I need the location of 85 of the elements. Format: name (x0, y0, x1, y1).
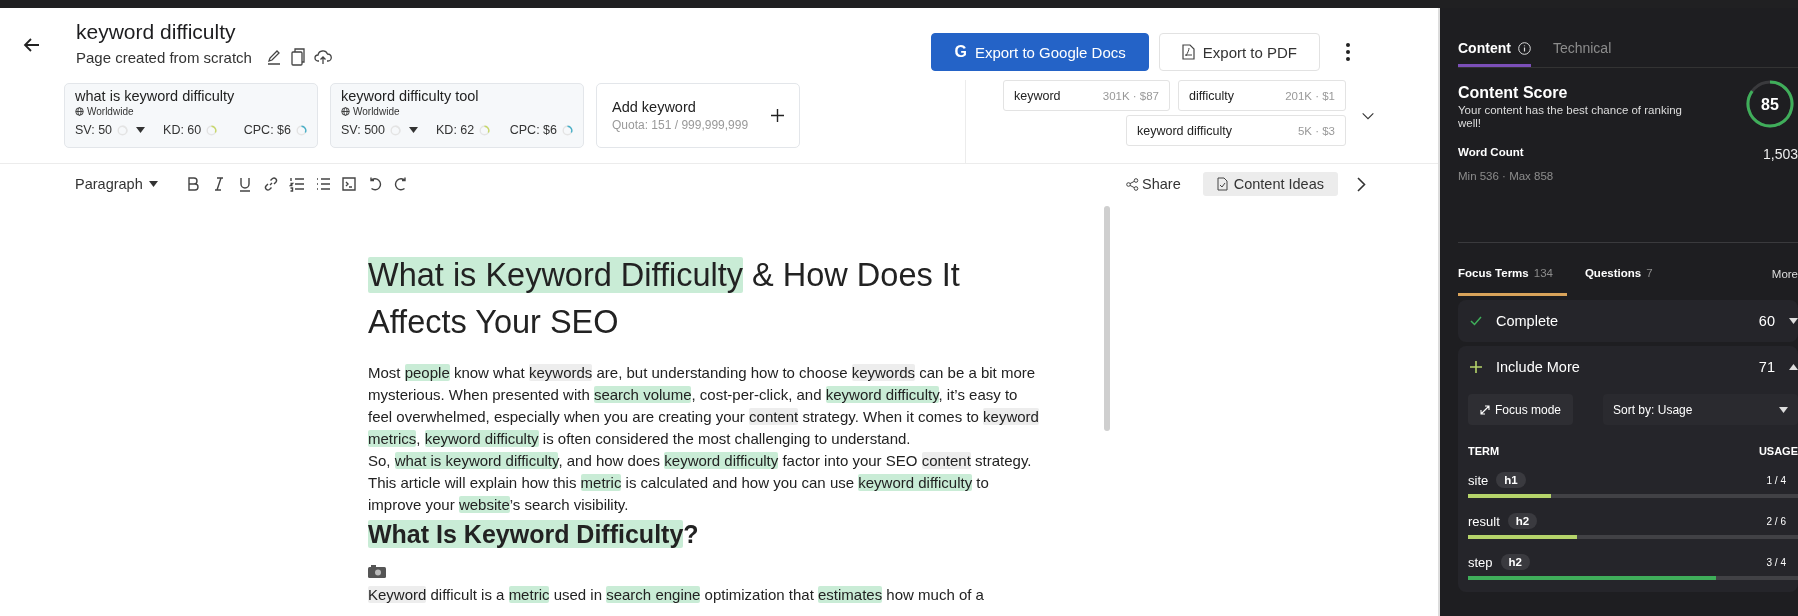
page-subtitle: Page created from scratch (76, 48, 252, 66)
share-button[interactable]: Share (1120, 175, 1187, 193)
content-ideas-button[interactable]: Content Ideas (1202, 172, 1338, 196)
word-count-range: Min 536 · Max 858 (1458, 170, 1554, 182)
kebab-icon (1346, 43, 1350, 61)
camera-icon (368, 565, 386, 578)
article-paragraph: So, what is keyword difficulty, and how does keyword difficulty factor into your SEO content strategy. This article will explain how this metric is calculated and how you can use keyword difficulty to improve your website’s search visibility. (368, 451, 1033, 515)
add-keyword-button[interactable]: Add keyword Quota: 151 / 999,999,999 (596, 83, 800, 148)
heading-tag: h1 (1496, 472, 1526, 488)
keyword-card[interactable]: what is keyword difficulty Worldwide SV: 50 KD: 60 CPC: $6 (64, 83, 318, 148)
usage-count: 2 / 6 (1766, 515, 1786, 527)
heading-tag: h2 (1507, 513, 1538, 529)
copy-icon[interactable] (289, 48, 306, 66)
score-title: Content Score (1458, 84, 1569, 102)
article-heading: What is Keyword Difficulty & How Does It Affects Your SEO (368, 256, 961, 342)
word-count-label: Word Count (1458, 146, 1525, 158)
panel-tab[interactable]: Content (1458, 30, 1531, 67)
panel-tab[interactable]: Technical (1552, 30, 1612, 67)
usage-count: 1 / 4 (1766, 474, 1786, 486)
pencil-icon[interactable] (265, 49, 282, 65)
export-pdf-button[interactable]: Export to PDF (1158, 33, 1320, 71)
cost-per-click: CPC: $6 (509, 123, 557, 137)
term-tab[interactable]: Focus Terms 134 (1458, 265, 1567, 296)
globe-icon (75, 107, 84, 116)
term-name: step (1468, 554, 1493, 570)
term-chip[interactable]: difficulty 201K · $1 (1178, 80, 1346, 111)
loading-icon (206, 124, 218, 136)
caret-icon (148, 181, 158, 187)
caret-icon (409, 127, 418, 133)
term-name: result (1468, 513, 1500, 529)
check-icon (1470, 316, 1482, 326)
plus-icon (1470, 361, 1482, 373)
caret-icon (1789, 318, 1798, 324)
export-google-docs-button[interactable]: G Export to Google Docs (931, 33, 1149, 71)
heading-tag: h2 (1500, 554, 1530, 570)
term-stats: 201K · $1 (1285, 89, 1335, 102)
term-stats: 5K · $3 (1297, 124, 1335, 137)
column-header: TERM (1468, 445, 1500, 457)
keyword-difficulty-score: KD: 62 (436, 123, 475, 137)
block-type-dropdown[interactable]: Paragraph (75, 176, 158, 192)
word-count-value: 1,503 (1762, 146, 1798, 162)
share-icon (1126, 177, 1139, 191)
location-label: Worldwide (353, 106, 400, 117)
usage-count: 3 / 4 (1766, 556, 1786, 568)
cloud-upload-icon[interactable] (313, 49, 332, 65)
group-header[interactable]: Complete 60 (1458, 300, 1798, 342)
score-note: Your content has the best chance of ranking well! (1458, 104, 1683, 130)
term-stats: 301K · $87 (1102, 89, 1159, 102)
term-chip[interactable]: keyword difficulty 5K · $3 (1126, 115, 1346, 146)
keyword-card[interactable]: keyword difficulty tool Worldwide SV: 500 KD: 62 CPC: $6 (330, 83, 584, 148)
caret-icon (1779, 406, 1788, 413)
location-label: Worldwide (87, 106, 134, 117)
plus-icon (771, 109, 784, 122)
loading-icon (562, 124, 573, 136)
column-header: USAGE (1758, 445, 1798, 457)
keyword-difficulty-score: KD: 60 (163, 123, 202, 137)
section-heading: What Is Keyword Difficulty? (368, 519, 700, 550)
focus-mode-button[interactable]: Focus mode (1468, 394, 1574, 425)
caret-icon (136, 127, 146, 133)
term-tab[interactable]: Questions 7 (1584, 265, 1653, 296)
sort-dropdown[interactable]: Sort by: Usage (1603, 394, 1798, 425)
back-arrow-icon (23, 36, 41, 54)
search-volume: SV: 50 (75, 123, 113, 137)
expand-icon (1480, 404, 1490, 415)
term-chip[interactable]: keyword 301K · $87 (1003, 80, 1170, 111)
pdf-file-icon (1181, 44, 1195, 60)
info-icon (1517, 41, 1531, 55)
loading-icon (479, 124, 491, 136)
quota-text: Quota: 151 / 999,999,999 (612, 118, 750, 132)
group-header[interactable]: Include More 71 (1458, 346, 1798, 388)
article-paragraph: Keyword difficult is a metric used in search engine optimization that estimates how much of a (368, 585, 985, 605)
article-paragraph: Most people know what keywords are, but understanding how to choose keywords can be a bit more mysterious. When presented with search volume, cost-per-click, and keyword difficulty, it’s easy to feel overwhelmed, especially when you are creating your content strategy. When it comes to keyword metrics, keyword difficulty is often considered the most challenging to understand. (368, 363, 1040, 449)
document-icon (1216, 177, 1228, 191)
scrollbar[interactable] (1104, 206, 1110, 431)
globe-icon (341, 107, 350, 116)
cost-per-click: CPC: $6 (243, 123, 291, 137)
caret-icon (1789, 364, 1798, 370)
keyword-phrase: keyword difficulty tool (341, 88, 480, 104)
more-dropdown[interactable]: More (1771, 267, 1798, 294)
page-title: keyword difficulty (76, 20, 237, 44)
keyword-phrase: what is keyword difficulty (75, 88, 236, 104)
search-volume: SV: 500 (341, 123, 385, 137)
score-ring: 85 (1744, 78, 1796, 130)
loading-icon (296, 124, 307, 136)
term-name: site (1468, 472, 1489, 488)
